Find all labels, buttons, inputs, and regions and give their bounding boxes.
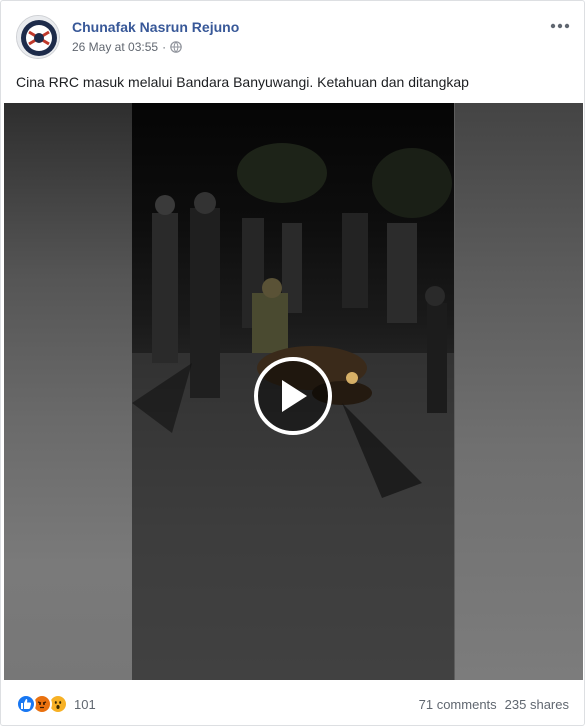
globe-icon[interactable] — [170, 41, 182, 53]
author-name[interactable]: Chunafak Nasrun Rejuno — [72, 19, 239, 35]
facebook-post: Chunafak Nasrun Rejuno 26 May at 03:55 ·… — [0, 0, 585, 726]
shares-count[interactable]: 235 shares — [505, 697, 569, 712]
like-icon — [16, 694, 36, 714]
avatar-image — [17, 16, 59, 58]
engagement-stats: 71 comments 235 shares — [419, 697, 569, 712]
video-player[interactable] — [4, 103, 583, 680]
comments-count[interactable]: 71 comments — [419, 697, 497, 712]
play-button[interactable] — [254, 357, 332, 435]
post-header: Chunafak Nasrun Rejuno 26 May at 03:55 · — [16, 15, 572, 61]
video-blur-left — [4, 103, 134, 680]
play-icon — [282, 380, 307, 412]
video-blur-right — [455, 103, 583, 680]
more-options-icon[interactable] — [548, 17, 572, 35]
post-date[interactable]: 26 May at 03:55 — [72, 40, 158, 54]
meta-separator: · — [162, 40, 167, 54]
post-text: Cina RRC masuk melalui Bandara Banyuwang… — [16, 74, 469, 90]
avatar[interactable] — [16, 15, 60, 59]
reactions-summary[interactable]: 101 — [16, 694, 96, 714]
post-footer: 101 71 comments 235 shares — [16, 689, 569, 719]
reaction-count[interactable]: 101 — [74, 697, 96, 712]
post-meta: 26 May at 03:55 · — [72, 40, 182, 54]
